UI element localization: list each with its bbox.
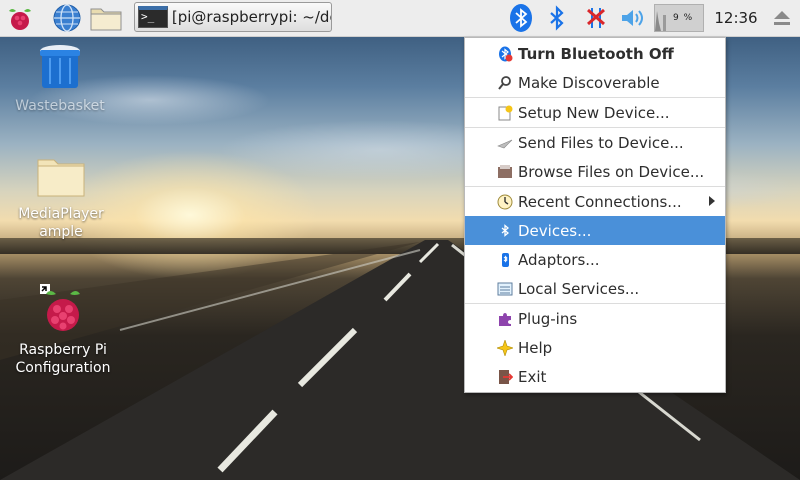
menu-item-local-services[interactable]: Local Services... (465, 274, 725, 303)
folder-icon (37, 159, 85, 197)
menu-item-help[interactable]: Help (465, 333, 725, 362)
new-device-icon (497, 105, 513, 121)
exit-icon (497, 369, 513, 385)
taskbar: >_ [pi@raspberrypi: ~/de... (0, 0, 800, 37)
bluetooth-icon (550, 5, 564, 31)
volume-icon (622, 10, 643, 26)
desktop-icon-raspi-config[interactable]: Raspberry Pi Configuration (8, 284, 118, 377)
menu-item-setup-new-device[interactable]: Setup New Device... (465, 98, 725, 127)
submenu-arrow-icon (709, 196, 715, 206)
taskbar-window-label: [pi@raspberrypi: ~/de... (171, 8, 331, 26)
desktop-icon-label: MediaPlayer ample (18, 206, 104, 240)
menu-item-label: Adaptors... (518, 250, 600, 269)
folder-icon (90, 8, 122, 31)
menu-item-label: Help (518, 338, 553, 357)
menu-item-make-discoverable[interactable]: Make Discoverable (465, 68, 725, 97)
menu-item-browse-files[interactable]: Browse Files on Device... (465, 157, 725, 186)
menu-item-label: Devices... (518, 221, 592, 240)
menu-item-recent-connections[interactable]: Recent Connections... (465, 187, 725, 216)
bluetooth-icon (510, 4, 532, 32)
desktop-icon-wastebasket[interactable]: Wastebasket (10, 42, 110, 115)
network-button[interactable] (584, 3, 610, 33)
puzzle-icon (497, 311, 513, 327)
menu-item-adaptors[interactable]: Adaptors... (465, 245, 725, 274)
send-files-icon (497, 135, 513, 151)
bluetooth-icon (497, 223, 513, 239)
recent-icon (497, 194, 513, 210)
taskbar-window-terminal[interactable]: >_ [pi@raspberrypi: ~/de... (134, 2, 332, 32)
bluetooth-off-icon (497, 46, 513, 62)
wastebasket-icon (40, 45, 80, 88)
desktop-icon-label: Wastebasket (15, 98, 105, 114)
cpu-monitor[interactable]: 9 % (654, 4, 704, 32)
menu-item-label: Setup New Device... (518, 103, 670, 122)
bluetooth-applet-button[interactable] (545, 3, 569, 33)
desktop-icon-mediaplayer[interactable]: MediaPlayer ample (6, 152, 116, 241)
menu-item-label: Recent Connections... (518, 192, 682, 211)
magnifier-icon (497, 75, 513, 91)
network-disconnected-icon (587, 8, 605, 28)
bluetooth-context-menu: Turn Bluetooth Off Make Discoverable Set… (464, 37, 726, 393)
menu-item-turn-bluetooth-off[interactable]: Turn Bluetooth Off (465, 39, 725, 68)
menu-item-plugins[interactable]: Plug-ins (465, 304, 725, 333)
menu-button[interactable] (6, 3, 34, 33)
menu-item-label: Send Files to Device... (518, 133, 684, 152)
clock[interactable]: 12:36 (706, 0, 766, 36)
eject-button[interactable] (770, 3, 794, 33)
help-icon (497, 339, 513, 356)
raspberry-menu-icon (9, 9, 31, 30)
globe-icon (53, 4, 81, 32)
menu-item-label: Turn Bluetooth Off (518, 44, 674, 63)
desktop-icon-label: Raspberry Pi Configuration (15, 342, 111, 376)
menu-item-label: Browse Files on Device... (518, 162, 705, 181)
web-browser-button[interactable] (52, 3, 82, 33)
bluetooth-tray-button[interactable] (506, 3, 536, 33)
menu-item-devices[interactable]: Devices... (465, 216, 725, 245)
eject-icon (774, 11, 790, 25)
menu-item-label: Local Services... (518, 279, 640, 298)
menu-item-send-files[interactable]: Send Files to Device... (465, 128, 725, 157)
menu-item-label: Make Discoverable (518, 73, 660, 92)
terminal-prompt-glyph: >_ (141, 10, 155, 23)
cpu-usage-text: 9 % (673, 13, 694, 23)
raspberry-pi-logo-icon (40, 284, 80, 331)
menu-item-label: Plug-ins (518, 309, 578, 328)
volume-button[interactable] (620, 3, 648, 33)
file-manager-button[interactable] (89, 3, 123, 33)
terminal-icon: >_ (138, 6, 168, 28)
menu-item-exit[interactable]: Exit (465, 362, 725, 391)
services-icon (497, 281, 513, 297)
browse-files-icon (497, 164, 513, 180)
menu-item-label: Exit (518, 367, 547, 386)
adaptor-icon (497, 252, 513, 268)
